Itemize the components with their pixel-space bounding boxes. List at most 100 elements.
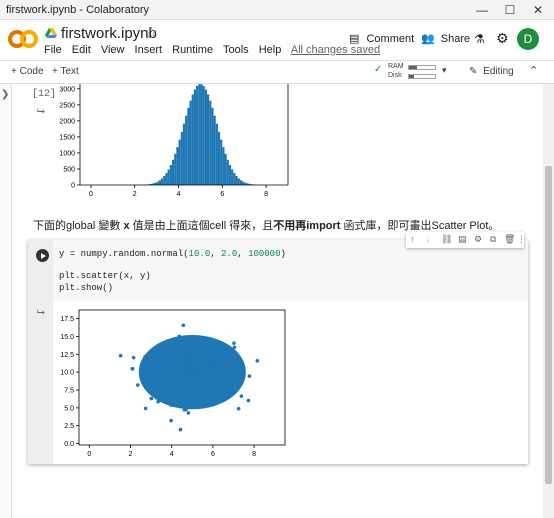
scatter-point — [166, 339, 170, 343]
scatter-point — [186, 394, 190, 399]
scatter-point — [197, 354, 201, 358]
scatter-point — [214, 352, 219, 356]
move-up-icon[interactable]: ↑ — [410, 234, 415, 244]
histogram-bar — [224, 153, 227, 185]
code-line-1[interactable]: y = numpy.random.normal(10.0, 2.0, 10000… — [59, 249, 286, 259]
editing-label: Editing — [483, 66, 514, 77]
histogram-bar — [169, 165, 172, 185]
scatter-point — [182, 407, 187, 412]
run-cell-button[interactable] — [36, 249, 49, 262]
editing-mode-button[interactable]: ✎ Editing — [469, 66, 514, 77]
scatter-point — [156, 399, 160, 404]
scatter-point — [196, 378, 200, 383]
menu-insert[interactable]: Insert — [135, 44, 163, 56]
scatter-point — [176, 365, 181, 370]
add-code-button[interactable]: + Code — [11, 66, 44, 77]
markdown-text-cell[interactable]: 下面的global 變數 x 值是由上面這個cell 得來，且不用再import… — [33, 217, 499, 233]
share-button[interactable]: 👥 Share — [421, 32, 470, 45]
scatter-point — [175, 376, 180, 381]
y-tick-label: 5.0 — [64, 405, 74, 412]
scatter-point — [161, 389, 165, 393]
scatter-point — [199, 381, 204, 386]
maximize-button[interactable]: ☐ — [498, 2, 522, 18]
x-tick-label: 6 — [220, 191, 224, 198]
drive-icon[interactable] — [45, 28, 57, 39]
menu-tools[interactable]: Tools — [223, 44, 249, 56]
colab-logo[interactable] — [8, 28, 38, 50]
comment-button[interactable]: ▤ Comment — [349, 32, 414, 45]
scatter-point — [223, 375, 227, 379]
scatter-point — [255, 358, 260, 363]
dropdown-chevron-icon[interactable]: ▾ — [442, 65, 447, 76]
scatter-point — [135, 383, 140, 387]
histogram-bar — [161, 178, 164, 185]
scatter-point — [157, 379, 162, 383]
menu-file[interactable]: File — [44, 44, 62, 56]
output-icon[interactable]: ⮡ — [37, 307, 45, 318]
scatter-point — [202, 344, 206, 349]
code-line-2[interactable]: plt.scatter(x, y) — [59, 271, 151, 281]
scatter-point — [157, 355, 162, 359]
collapse-chevron-icon[interactable]: ⌃ — [529, 64, 538, 77]
expand-panel-icon[interactable]: ❯ — [1, 89, 9, 100]
move-down-icon[interactable]: ↓ — [426, 234, 431, 244]
scatter-point — [181, 323, 186, 328]
scatter-point — [226, 388, 230, 393]
menu-edit[interactable]: Edit — [72, 44, 91, 56]
scatter-point — [205, 387, 209, 392]
code-line-3[interactable]: plt.show() — [59, 283, 113, 293]
more-options-icon[interactable]: ⋮ — [517, 234, 526, 245]
histogram-bar — [198, 84, 201, 185]
text-part: 值是由上面這個cell 得來，且 — [129, 220, 274, 232]
notebook-filename[interactable]: firstwork.ipynb — [61, 25, 157, 42]
close-window-button[interactable]: ✕ — [526, 2, 550, 18]
scatter-point — [194, 347, 199, 351]
scrollbar-thumb[interactable] — [545, 166, 552, 484]
cell-settings-icon[interactable]: ⚙ — [474, 234, 482, 245]
histogram-bar — [167, 169, 170, 185]
menu-runtime[interactable]: Runtime — [172, 44, 213, 56]
user-avatar[interactable]: D — [517, 28, 539, 50]
histogram-bars — [134, 84, 269, 185]
scatter-points — [118, 323, 260, 432]
scatter-point — [233, 358, 238, 363]
scatter-point — [236, 375, 241, 380]
scatter-point — [217, 373, 221, 378]
lab-icon[interactable]: ⚗ — [474, 32, 485, 46]
page-scrollbar[interactable] — [543, 84, 554, 518]
comment-icon[interactable]: ▤ — [458, 234, 467, 245]
settings-gear-icon[interactable]: ⚙ — [496, 30, 509, 47]
histogram-bar — [215, 123, 218, 185]
link-icon[interactable]: ⛓ — [441, 234, 452, 245]
scatter-point — [151, 391, 155, 396]
delete-icon[interactable]: 🗑 — [504, 234, 515, 245]
scatter-point — [142, 369, 147, 373]
histogram-bar — [180, 131, 183, 185]
scatter-point — [185, 369, 189, 374]
scatter-point — [214, 395, 218, 400]
histogram-bar — [187, 107, 190, 185]
scatter-point — [177, 334, 182, 339]
star-icon[interactable]: ☆ — [145, 24, 158, 41]
scatter-point — [239, 394, 244, 398]
mirror-cell-icon[interactable]: ⧉ — [490, 234, 496, 245]
scatter-point — [147, 352, 152, 357]
histogram-bar — [156, 181, 159, 185]
add-text-button[interactable]: + Text — [52, 66, 79, 77]
histogram-bar — [233, 173, 236, 185]
scatter-point — [130, 367, 135, 371]
menu-help[interactable]: Help — [259, 44, 282, 56]
scatter-point — [218, 351, 222, 356]
scatter-point — [199, 351, 203, 355]
saved-status-link[interactable]: All changes saved — [291, 44, 380, 56]
scatter-point — [236, 406, 241, 411]
scatter-point — [207, 378, 211, 382]
code-token: y = numpy.random.normal( — [59, 249, 189, 259]
ram-label: RAM — [388, 63, 404, 70]
scatter-point — [180, 343, 185, 347]
scatter-point — [182, 348, 187, 353]
menu-view[interactable]: View — [101, 44, 125, 56]
scatter-point — [169, 418, 173, 423]
minimize-button[interactable]: — — [470, 2, 494, 18]
scatter-point — [213, 392, 218, 397]
